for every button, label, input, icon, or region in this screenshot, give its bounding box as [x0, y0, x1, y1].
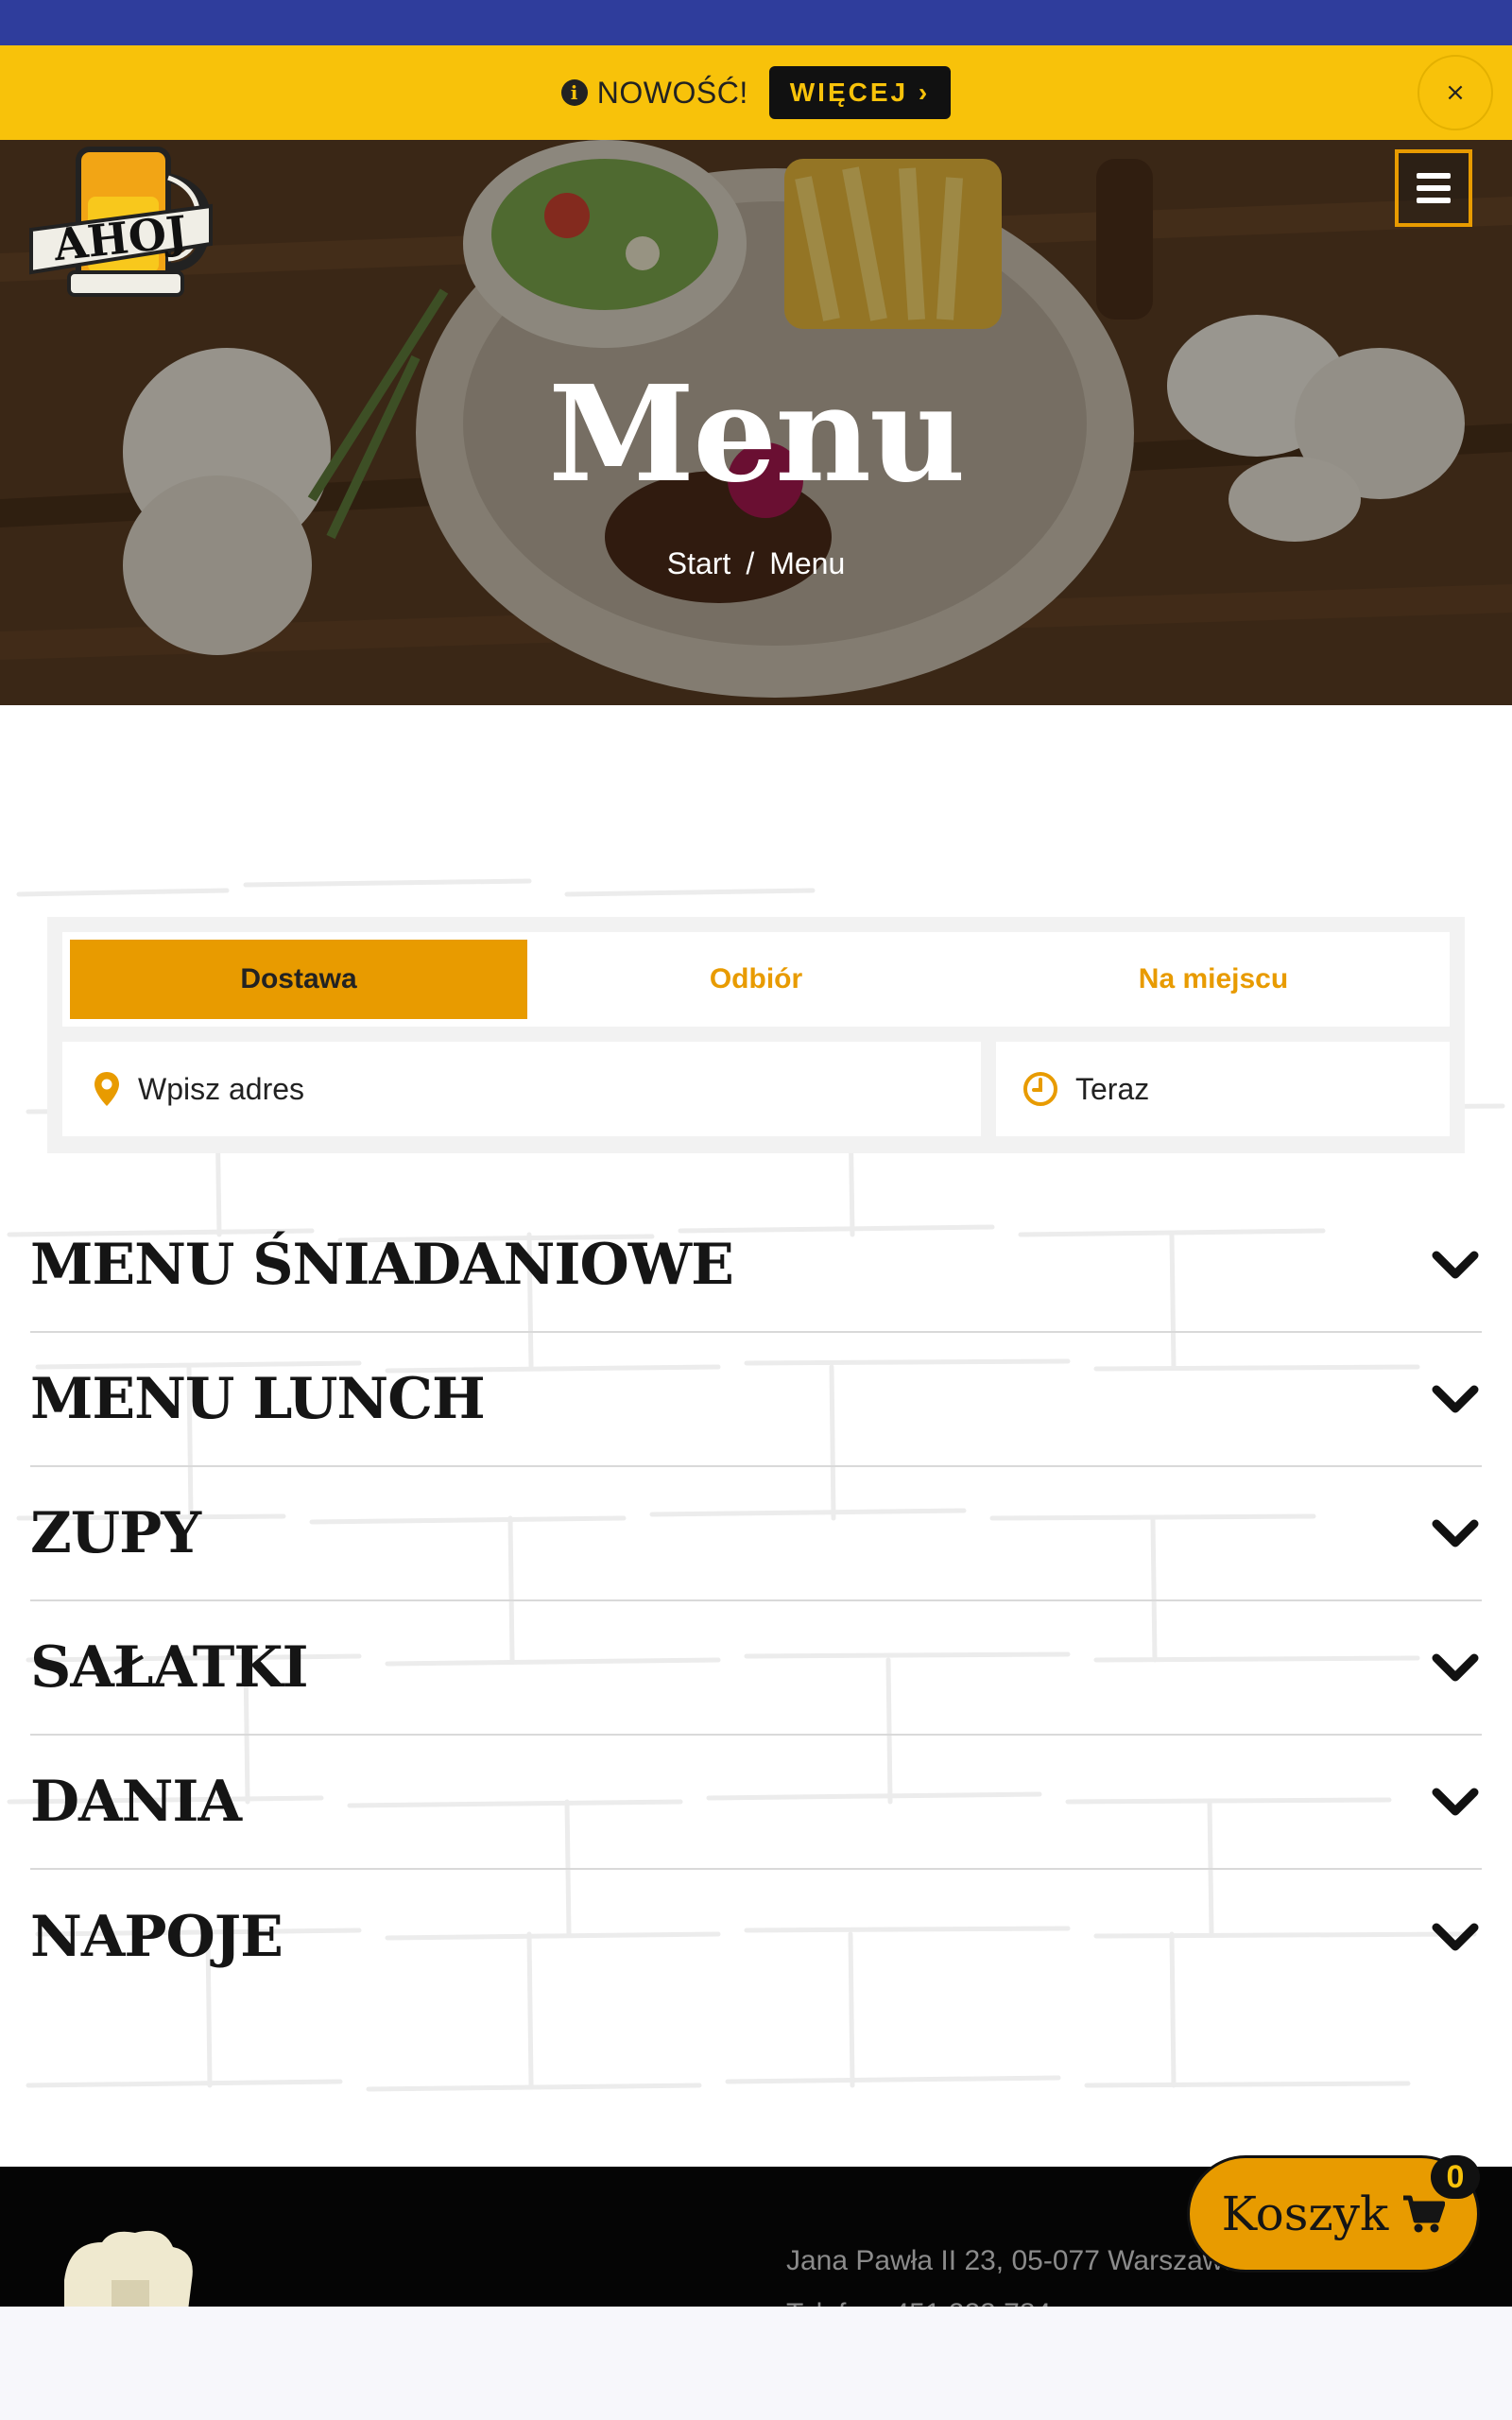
- more-button-label: WIĘCEJ ›: [789, 78, 931, 107]
- category-salads[interactable]: SAŁATKI: [30, 1601, 1482, 1736]
- category-title: DANIA: [30, 1769, 242, 1835]
- close-icon[interactable]: ×: [1418, 55, 1493, 130]
- category-soups[interactable]: ZUPY: [30, 1467, 1482, 1601]
- top-color-bar: [0, 0, 1512, 45]
- more-button[interactable]: WIĘCEJ ›: [768, 66, 952, 119]
- chevron-down-icon: [1432, 1923, 1479, 1951]
- announcement-bar: i NOWOŚĆ! WIĘCEJ › ×: [0, 45, 1512, 140]
- category-title: ZUPY: [30, 1500, 201, 1566]
- map-pin-icon: [94, 1072, 119, 1106]
- category-title: MENU LUNCH: [30, 1366, 486, 1432]
- page-title: Menu: [548, 357, 966, 512]
- menu-icon[interactable]: [1395, 149, 1472, 227]
- hero-banner: AHOJ Menu Start / Menu: [0, 140, 1512, 705]
- address-input[interactable]: Wpisz adres: [62, 1042, 981, 1136]
- chevron-down-icon: [1432, 1519, 1479, 1547]
- category-title: MENU ŚNIADANIOWE: [30, 1232, 734, 1298]
- chevron-down-icon: [1432, 1385, 1479, 1413]
- info-icon: i: [560, 79, 588, 106]
- footer-phone[interactable]: Telefon: 451 223 784: [786, 2288, 1239, 2307]
- order-type-tabs: Dostawa Odbiór Na miejscu: [62, 932, 1450, 1027]
- footer-address: Jana Pawła II 23, 05-077 Warszawa: [786, 2245, 1240, 2276]
- chevron-down-icon: [1432, 1251, 1479, 1279]
- tab-dine-in[interactable]: Na miejscu: [985, 940, 1442, 1019]
- order-options-panel: Dostawa Odbiór Na miejscu Wpisz adres Te…: [47, 917, 1465, 1153]
- breadcrumb-separator: /: [746, 546, 755, 580]
- time-select[interactable]: Teraz: [996, 1042, 1450, 1136]
- tab-pickup[interactable]: Odbiór: [527, 940, 985, 1019]
- tab-delivery[interactable]: Dostawa: [70, 940, 527, 1019]
- announcement-label: NOWOŚĆ!: [596, 75, 748, 110]
- menu-categories: MENU ŚNIADANIOWE MENU LUNCH ZUPY SAŁATKI…: [30, 1199, 1482, 2004]
- cart-label: Koszyk: [1221, 2187, 1389, 2241]
- category-title: SAŁATKI: [30, 1634, 309, 1701]
- clock-icon: [1023, 1072, 1057, 1106]
- time-value: Teraz: [1075, 1071, 1150, 1106]
- footer-contact: Jana Pawła II 23, 05-077 Warszawa Telefo…: [786, 2235, 1239, 2307]
- cart-count-badge: 0: [1431, 2155, 1480, 2199]
- breadcrumb-current: Menu: [769, 546, 846, 580]
- address-placeholder: Wpisz adres: [138, 1071, 305, 1106]
- footer-logo: [64, 2230, 193, 2307]
- category-dishes[interactable]: DANIA: [30, 1736, 1482, 1870]
- ahoj-logo: AHOJ: [29, 147, 213, 297]
- chevron-down-icon: [1432, 1788, 1479, 1816]
- breadcrumb-home[interactable]: Start: [667, 546, 731, 581]
- menu-section: Dostawa Odbiór Na miejscu Wpisz adres Te…: [0, 705, 1512, 2167]
- breadcrumb: Start / Menu: [0, 546, 1512, 581]
- announcement-text: i NOWOŚĆ!: [560, 75, 748, 111]
- page-bottom: [0, 2307, 1512, 2420]
- category-title: NAPOJE: [30, 1904, 284, 1970]
- category-breakfast[interactable]: MENU ŚNIADANIOWE: [30, 1199, 1482, 1333]
- category-drinks[interactable]: NAPOJE: [30, 1870, 1482, 2004]
- category-lunch[interactable]: MENU LUNCH: [30, 1333, 1482, 1467]
- chevron-down-icon: [1432, 1653, 1479, 1682]
- cart-icon: [1403, 2195, 1446, 2233]
